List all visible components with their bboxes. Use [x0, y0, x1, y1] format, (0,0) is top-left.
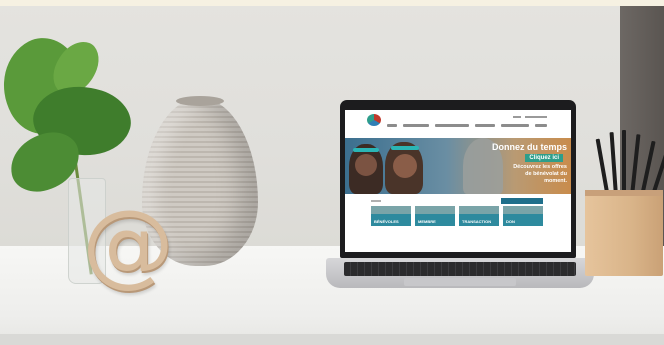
- headband: [391, 146, 419, 150]
- hero-cta-button[interactable]: Cliquez ici: [525, 154, 563, 162]
- nav-item[interactable]: [475, 124, 495, 127]
- laptop-keyboard: [344, 262, 576, 276]
- hero-banner: Donnez du temps Cliquez ici Découvrez le…: [345, 138, 571, 194]
- card-image: [503, 206, 543, 214]
- desk-edge: [0, 334, 664, 345]
- site-navbar: [345, 110, 571, 132]
- blue-action-button[interactable]: [501, 198, 543, 204]
- nav-top-link[interactable]: [525, 116, 547, 118]
- card-label: MEMBRE: [418, 219, 436, 224]
- card-image: [415, 206, 455, 214]
- breadcrumb[interactable]: [371, 200, 381, 202]
- card-transaction[interactable]: TRANSACTION: [459, 206, 499, 226]
- site-logo-icon[interactable]: [367, 114, 381, 126]
- nav-item[interactable]: [535, 124, 547, 127]
- headband: [353, 148, 379, 152]
- nav-item[interactable]: [403, 124, 429, 127]
- child-face: [393, 154, 417, 178]
- card-label: DON: [506, 219, 515, 224]
- card-label: BÉNÉVOLES: [374, 219, 399, 224]
- card-volunteers[interactable]: BÉNÉVOLES: [371, 206, 411, 226]
- holder-rim: [585, 190, 663, 196]
- card-donation[interactable]: DON: [503, 206, 543, 226]
- hero-subtitle: Découvrez les offres de bénévolat du mom…: [513, 164, 567, 184]
- card-image: [459, 206, 499, 214]
- nav-top-link[interactable]: [513, 116, 521, 118]
- child-face: [355, 154, 377, 176]
- nav-item[interactable]: [501, 124, 529, 127]
- nav-item[interactable]: [387, 124, 397, 127]
- card-image: [371, 206, 411, 214]
- vase-opening: [176, 96, 224, 106]
- pencil: [622, 130, 626, 196]
- wooden-at-sign: @: [82, 190, 174, 297]
- laptop-screen: Donnez du temps Cliquez ici Découvrez le…: [345, 110, 571, 252]
- wooden-pencil-holder: [585, 190, 663, 276]
- card-label: TRANSACTION: [462, 219, 492, 224]
- nav-item[interactable]: [435, 124, 469, 127]
- top-strip: [0, 0, 664, 6]
- laptop-trackpad: [404, 278, 516, 286]
- card-member[interactable]: MEMBRE: [415, 206, 455, 226]
- hero-title: Donnez du temps: [491, 142, 567, 152]
